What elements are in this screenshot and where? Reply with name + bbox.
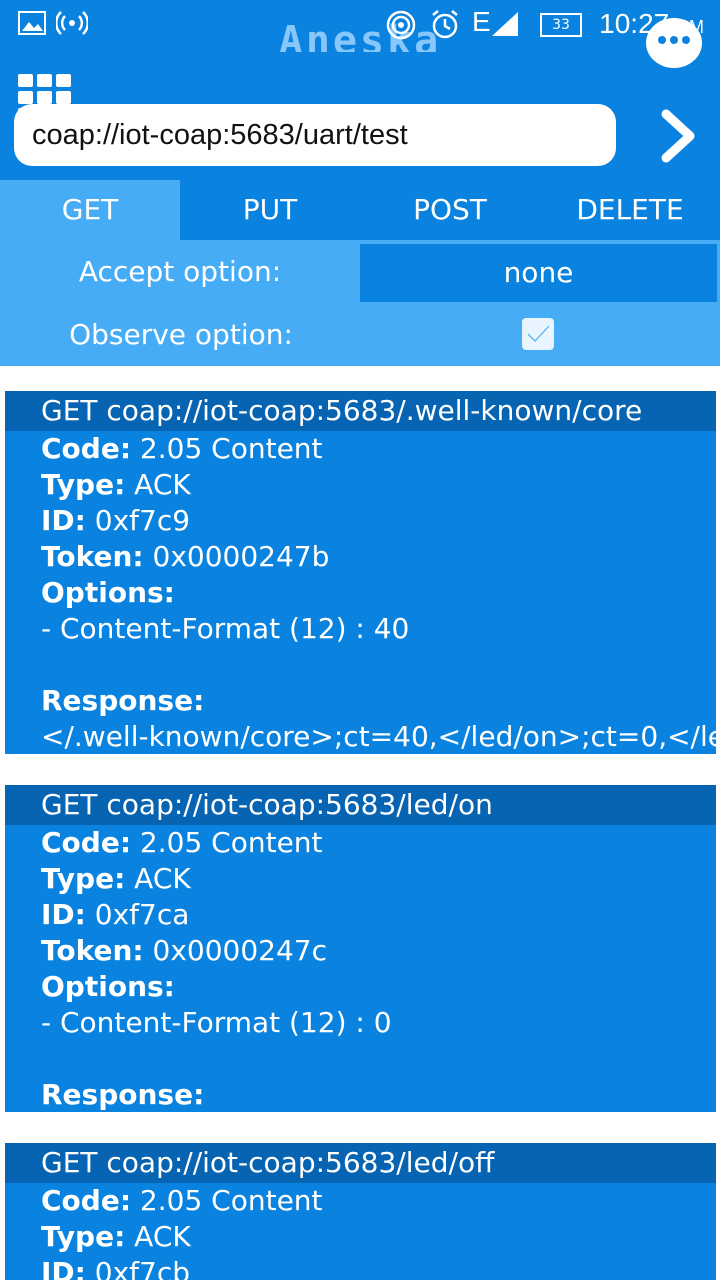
accept-option-select[interactable]: none bbox=[360, 244, 717, 302]
wifi-signal-icon bbox=[386, 10, 416, 40]
response-header: GET coap://iot-coap:5683/.well-known/cor… bbox=[5, 391, 716, 431]
method-tabs: GET PUT POST DELETE bbox=[0, 180, 720, 240]
app-header: coap://iot-coap:5683/uart/test bbox=[0, 18, 720, 180]
tab-put[interactable]: PUT bbox=[180, 180, 360, 240]
response-body: Code: 2.05 Content Type: ACK ID: 0xf7c9 … bbox=[41, 432, 716, 753]
tab-delete[interactable]: DELETE bbox=[540, 180, 720, 240]
battery-indicator: 33 bbox=[540, 13, 582, 37]
send-arrow-icon[interactable] bbox=[656, 108, 702, 164]
response-header: GET coap://iot-coap:5683/led/off bbox=[5, 1143, 716, 1183]
url-input[interactable]: coap://iot-coap:5683/uart/test bbox=[14, 104, 616, 166]
request-options: Accept option: none Observe option: bbox=[0, 240, 720, 366]
response-body: Code: 2.05 Content Type: ACK ID: 0xf7ca … bbox=[41, 826, 392, 1111]
observe-checkbox[interactable] bbox=[522, 318, 554, 350]
status-bar: Aneska E 33 10:27 PM bbox=[0, 0, 720, 64]
accept-option-label: Accept option: bbox=[78, 255, 282, 288]
network-type: E bbox=[472, 6, 491, 37]
response-card[interactable]: GET coap://iot-coap:5683/led/off Code: 2… bbox=[5, 1143, 716, 1280]
alarm-icon bbox=[432, 10, 458, 39]
response-header: GET coap://iot-coap:5683/led/on bbox=[5, 785, 716, 825]
chat-bubble-icon[interactable] bbox=[646, 18, 702, 68]
tab-get[interactable]: GET bbox=[0, 180, 180, 240]
response-body: Code: 2.05 Content Type: ACK ID: 0xf7cb bbox=[41, 1184, 323, 1280]
response-card[interactable]: GET coap://iot-coap:5683/led/on Code: 2.… bbox=[5, 785, 716, 1112]
tab-post[interactable]: POST bbox=[360, 180, 540, 240]
checkmark-icon bbox=[526, 324, 551, 344]
response-payload: </.well-known/core>;ct=40,</led/on>;ct=0… bbox=[41, 720, 716, 753]
response-card[interactable]: GET coap://iot-coap:5683/.well-known/cor… bbox=[5, 391, 716, 754]
observe-option-label: Observe option: bbox=[69, 318, 293, 351]
cell-signal-icon bbox=[492, 12, 518, 36]
